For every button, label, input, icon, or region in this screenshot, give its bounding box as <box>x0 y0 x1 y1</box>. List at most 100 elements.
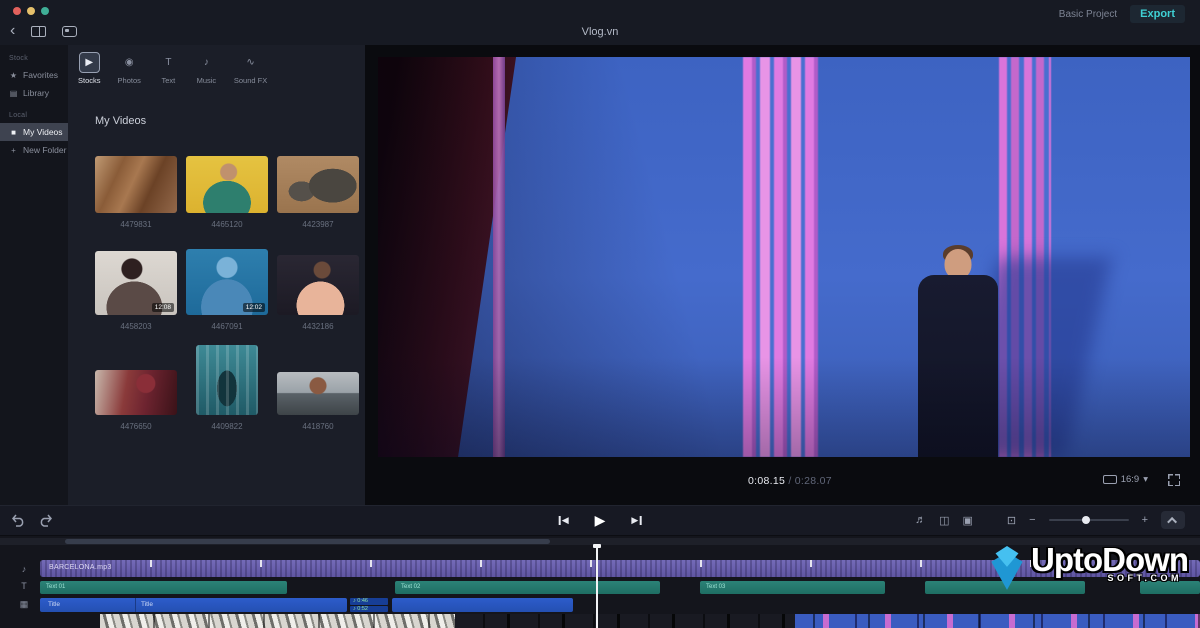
text-icon: T <box>158 52 179 73</box>
next-glyph: ▶ <box>631 515 638 526</box>
split-clip-button[interactable]: ◫ <box>939 514 949 527</box>
collapse-timeline-button[interactable] <box>1161 511 1185 529</box>
star-icon: ★ <box>9 71 18 80</box>
video-track-icon[interactable]: ▦ <box>16 599 32 610</box>
duration-badge: 12:08 <box>152 303 174 312</box>
close-window-button[interactable] <box>13 7 21 15</box>
chevron-up-icon <box>1167 516 1177 526</box>
window-controls <box>13 7 49 15</box>
video-thumbnail[interactable]: 12:08 <box>95 251 177 315</box>
video-filename: 4409822 <box>211 422 242 431</box>
timeline-zoom-slider[interactable] <box>1049 519 1129 521</box>
video-thumbnail[interactable] <box>196 345 258 415</box>
text-clip[interactable]: Text 01 <box>40 581 287 594</box>
note-icon: ♪ <box>353 598 356 604</box>
minimize-window-button[interactable] <box>27 7 35 15</box>
watermark-brand: UptoDown <box>1031 545 1188 575</box>
video-thumbnail[interactable] <box>95 156 177 213</box>
sidebar-item-new-folder[interactable]: + New Folder <box>0 141 68 159</box>
video-thumbnail[interactable] <box>277 156 359 213</box>
tab-label: Photos <box>118 76 141 85</box>
project-type-label: Basic Project <box>1059 9 1117 20</box>
zoom-in-button[interactable]: + <box>1142 514 1148 526</box>
sidebar-item-label: Favorites <box>23 70 58 80</box>
video-thumbnail[interactable] <box>95 370 177 415</box>
sidebar-item-my-videos[interactable]: ■ My Videos <box>0 123 68 141</box>
tab-photos[interactable]: ◉ Photos <box>118 52 141 85</box>
duration-badge: 12:02 <box>243 303 265 312</box>
audio-chip[interactable]: ♪ 0:46 <box>350 598 388 605</box>
export-button[interactable]: Export <box>1130 5 1185 23</box>
skip-bar <box>639 516 641 525</box>
music-icon: ♪ <box>196 52 217 73</box>
tab-sound-fx[interactable]: ∿ Sound FX <box>234 52 267 85</box>
zoom-window-button[interactable] <box>41 7 49 15</box>
sidebar-item-label: New Folder <box>23 145 66 155</box>
add-audio-button[interactable]: ♬ <box>915 514 926 526</box>
playhead[interactable] <box>596 544 598 628</box>
media-tabs: ▶ Stocks ◉ Photos T Text ♪ Music ∿ Sound… <box>78 52 267 85</box>
play-button[interactable]: ▶ <box>595 512 606 528</box>
tab-text[interactable]: T Text <box>158 52 179 85</box>
tab-label: Text <box>161 76 175 85</box>
media-item: 4465120 <box>186 138 268 233</box>
crop-clip-button[interactable]: ▣ <box>963 514 973 527</box>
aspect-ratio-value: 16:9 <box>1121 474 1140 485</box>
media-item: 4409822 <box>186 335 268 435</box>
zoom-slider-handle[interactable] <box>1082 516 1090 524</box>
total-time: 0:28.07 <box>795 475 832 487</box>
sidebar-item-library[interactable]: ▤ Library <box>0 84 68 102</box>
undo-icon[interactable] <box>10 513 26 528</box>
audio-chip[interactable]: ♪ 0:52 <box>350 606 388 613</box>
video-thumbnail[interactable] <box>277 255 359 315</box>
sidebar-item-label: My Videos <box>23 127 63 137</box>
media-item: 12:02 4467091 <box>186 233 268 335</box>
sidebar-section-local: Local <box>0 102 68 123</box>
minimap-viewport[interactable] <box>65 539 550 544</box>
timecode: 0:08.15 / 0:28.07 <box>748 475 832 487</box>
media-item: 4476650 <box>95 335 177 435</box>
video-filename: 4458203 <box>120 322 151 331</box>
media-item: 12:08 4458203 <box>95 233 177 335</box>
editing-toolbar: ◀ ▶ ▶ ♬ ◫ ▣ ⊡ − + <box>0 505 1200 535</box>
video-thumbnail[interactable] <box>186 156 268 213</box>
media-item: 4432186 <box>277 233 359 335</box>
preview-status-bar: 0:08.15 / 0:28.07 16:9 ▾ <box>365 457 1200 505</box>
skip-bar <box>559 516 561 525</box>
text-clip[interactable]: Text 02 <box>395 581 660 594</box>
video-filename: 4467091 <box>211 322 242 331</box>
photos-icon: ◉ <box>119 52 140 73</box>
text-clip[interactable]: Text 03 <box>700 581 885 594</box>
folder-icon: ■ <box>9 128 18 137</box>
video-editor-app: ‹ Vlog.vn Basic Project Export Stock ★ F… <box>0 0 1200 628</box>
tab-stocks[interactable]: ▶ Stocks <box>78 52 101 85</box>
fullscreen-icon[interactable] <box>1168 474 1180 486</box>
stocks-icon: ▶ <box>79 52 100 73</box>
video-filename: 4418760 <box>302 422 333 431</box>
previous-frame-button[interactable]: ◀ <box>559 515 569 526</box>
audio-track-icon[interactable]: ♪ <box>16 564 32 574</box>
redo-icon[interactable] <box>38 513 54 528</box>
tab-music[interactable]: ♪ Music <box>196 52 217 85</box>
title-clip-marker[interactable]: Title <box>135 598 153 612</box>
uptodown-watermark: UptoDown SOFT.COM <box>985 545 1188 593</box>
chip-time: 0:46 <box>357 598 368 604</box>
next-frame-button[interactable]: ▶ <box>631 515 641 526</box>
vignette-overlay <box>378 57 1190 457</box>
video-thumbnail[interactable] <box>277 372 359 415</box>
time-divider: / <box>788 475 791 487</box>
video-preview[interactable] <box>378 57 1190 457</box>
sidebar-item-favorites[interactable]: ★ Favorites <box>0 66 68 84</box>
aspect-ratio-dropdown[interactable]: 16:9 ▾ <box>1103 474 1148 485</box>
sidebar-section-stock: Stock <box>0 45 68 66</box>
media-item: 4479831 <box>95 138 177 233</box>
title-clip[interactable]: Title <box>40 598 347 612</box>
library-sidebar: Stock ★ Favorites ▤ Library Local ■ My V… <box>0 45 68 505</box>
tab-label: Sound FX <box>234 76 267 85</box>
title-clip[interactable] <box>392 598 573 612</box>
text-track-icon[interactable]: T <box>16 581 32 591</box>
video-filename: 4423987 <box>302 220 333 229</box>
fit-timeline-button[interactable]: ⊡ <box>1007 514 1016 527</box>
zoom-out-button[interactable]: − <box>1029 514 1035 526</box>
video-thumbnail[interactable]: 12:02 <box>186 249 268 315</box>
